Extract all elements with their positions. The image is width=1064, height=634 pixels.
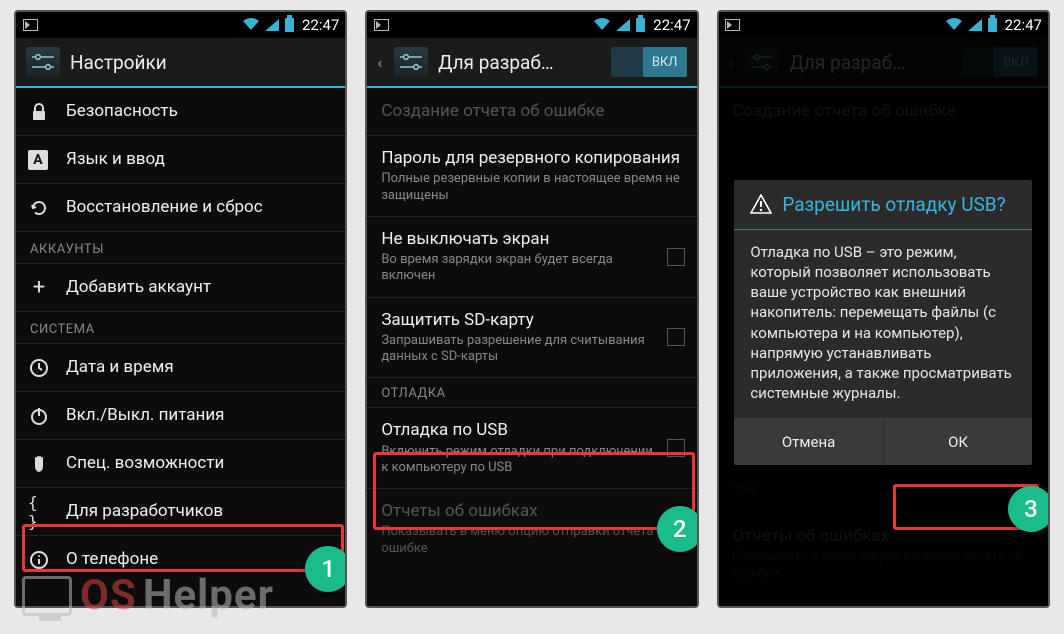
row-label: О телефоне [66, 549, 331, 570]
row-language[interactable]: A Язык и ввод [16, 136, 345, 184]
row-sub: Полные резервные копии в настоящее время… [381, 171, 682, 204]
screenshot-icon [22, 18, 38, 32]
info-icon [28, 549, 50, 571]
action-bar: Настройки [16, 38, 345, 88]
developer-list[interactable]: Создание отчета об ошибке Пароль для рез… [367, 88, 696, 606]
master-toggle[interactable]: ВКЛ [611, 47, 687, 77]
row-error-reports[interactable]: Отчеты об ошибках Показывать в меню опци… [367, 489, 696, 569]
battery-icon [285, 18, 294, 32]
screenshot-icon [373, 18, 389, 32]
status-bar: 22:47 [16, 12, 345, 38]
settings-list[interactable]: Безопасность A Язык и ввод Восстановлени… [16, 88, 345, 606]
row-title: Отладка по USB [381, 420, 656, 441]
row-label: Дата и время [66, 357, 331, 378]
status-time: 22:47 [302, 16, 339, 34]
clock-icon [28, 357, 50, 379]
signal-icon [616, 19, 630, 31]
screenshot-icon [725, 18, 741, 32]
signal-icon [968, 19, 982, 31]
toggle-label: ВКЛ [643, 47, 687, 77]
page-title: Настройки [70, 51, 335, 74]
section-accounts: АККАУНТЫ [16, 232, 345, 264]
row-usb-debugging[interactable]: Отладка по USB Включить режим отладки пр… [367, 408, 696, 489]
row-developer-options[interactable]: { } Для разработчиков [16, 488, 345, 536]
row-label: Добавить аккаунт [66, 277, 331, 298]
row-label: Для разработчиков [66, 501, 331, 522]
step-badge-1: 1 [305, 546, 347, 592]
row-title: Не выключать экран [381, 229, 656, 250]
ok-button[interactable]: ОК [884, 419, 1033, 465]
power-icon [28, 405, 50, 427]
section-system: СИСТЕМА [16, 312, 345, 344]
page-title: Для разраб… [438, 51, 601, 74]
warning-icon [750, 194, 772, 219]
row-sub: Показывать в меню опцию отправки отчета … [381, 524, 682, 557]
signal-icon [265, 19, 279, 31]
row-date-time[interactable]: Дата и время [16, 344, 345, 392]
restore-icon [28, 197, 50, 219]
checkbox[interactable] [667, 439, 685, 457]
settings-icon [26, 47, 60, 77]
row-title: Пароль для резервного копирования [381, 148, 682, 169]
row-backup-password[interactable]: Пароль для резервного копирования Полные… [367, 136, 696, 217]
hand-icon [28, 453, 50, 475]
checkbox[interactable] [667, 328, 685, 346]
braces-icon: { } [28, 501, 50, 523]
language-icon: A [28, 150, 48, 170]
usb-debug-dialog: Разрешить отладку USB? Отладка по USB – … [734, 180, 1032, 465]
step-badge-2: 2 [657, 506, 699, 552]
row-add-account[interactable]: + Добавить аккаунт [16, 264, 345, 312]
phone-screen-3: 22:47 ‹ Для разраб… ВКЛ Создание отчета … [717, 10, 1050, 608]
row-sub: Включить режим отладки при подключении к… [381, 444, 656, 477]
status-time: 22:47 [1005, 16, 1042, 34]
row-about-phone[interactable]: О телефоне [16, 536, 345, 584]
settings-icon[interactable] [394, 47, 428, 77]
row-security[interactable]: Безопасность [16, 88, 345, 136]
plus-icon: + [28, 277, 50, 299]
checkbox[interactable] [667, 248, 685, 266]
status-bar: 22:47 [719, 12, 1048, 38]
row-title: Отчеты об ошибках [381, 501, 682, 522]
battery-icon [988, 18, 997, 32]
row-label: Вкл./Выкл. питания [66, 405, 331, 426]
row-label: Язык и ввод [66, 149, 331, 170]
section-debug: ОТЛАДКА [367, 378, 696, 408]
wifi-icon [594, 16, 610, 34]
status-bar: 22:47 [367, 12, 696, 38]
wifi-icon [946, 16, 962, 34]
row-sub: Запрашивать разрешение для считывания да… [381, 333, 656, 366]
row-label: Безопасность [66, 101, 331, 122]
dialog-body: Отладка по USB – это режим, который позв… [734, 230, 1032, 418]
row-title: Защитить SD-карту [381, 310, 656, 331]
step-badge-3: 3 [1008, 486, 1050, 532]
row-sub: Во время зарядки экран будет всегда вклю… [381, 252, 656, 285]
back-icon[interactable]: ‹ [377, 53, 382, 72]
wifi-icon [243, 16, 259, 34]
phone-screen-1: 22:47 Настройки Безопасность A Язык и вв… [14, 10, 347, 608]
row-title: Создание отчета об ошибке [381, 101, 682, 122]
cancel-button[interactable]: Отмена [734, 419, 884, 465]
row-protect-sd[interactable]: Защитить SD-карту Запрашивать разрешение… [367, 298, 696, 379]
phone-screen-2: 22:47 ‹ Для разраб… ВКЛ Создание отчета … [365, 10, 698, 608]
battery-icon [636, 18, 645, 32]
status-time: 22:47 [653, 16, 690, 34]
row-accessibility[interactable]: Спец. возможности [16, 440, 345, 488]
dialog-title: Разрешить отладку USB? [782, 194, 1005, 217]
lock-icon [28, 101, 50, 123]
dialog-scrim: Разрешить отладку USB? Отладка по USB – … [719, 38, 1048, 606]
row-bug-report[interactable]: Создание отчета об ошибке [367, 88, 696, 136]
row-stay-awake[interactable]: Не выключать экран Во время зарядки экра… [367, 217, 696, 298]
row-label: Спец. возможности [66, 453, 331, 474]
row-backup-reset[interactable]: Восстановление и сброс [16, 184, 345, 232]
row-label: Восстановление и сброс [66, 197, 331, 218]
action-bar: ‹ Для разраб… ВКЛ [367, 38, 696, 88]
row-power[interactable]: Вкл./Выкл. питания [16, 392, 345, 440]
